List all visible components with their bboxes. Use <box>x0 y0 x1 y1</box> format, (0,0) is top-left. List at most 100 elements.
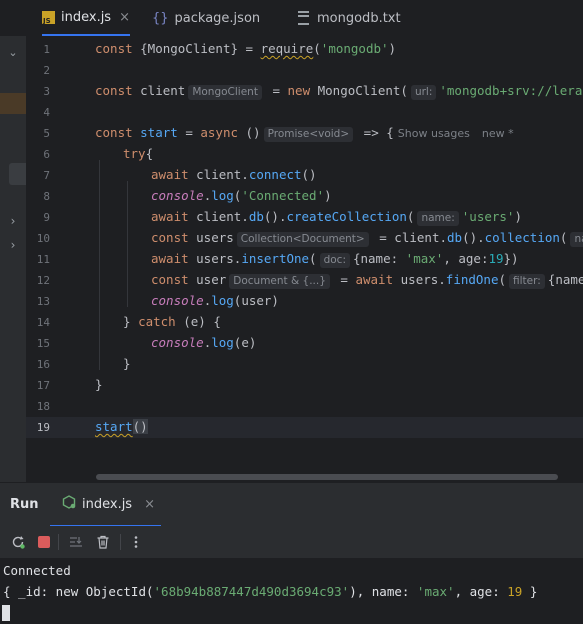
line-number: 17 <box>36 379 50 392</box>
tab-index-js[interactable]: JS index.js × <box>42 0 130 36</box>
code-line[interactable]: start() <box>95 419 148 434</box>
token: 'mongodb+srv://lera:12 <box>439 83 583 98</box>
tab-label: package.json <box>174 10 261 26</box>
console-line: Connected <box>3 563 71 578</box>
tab-label: mongodb.txt <box>317 10 401 26</box>
token: {name: <box>352 251 406 266</box>
type-hint: Document & {...} <box>229 274 330 289</box>
author-hint: new * <box>481 127 514 140</box>
param-hint: name <box>570 232 583 247</box>
token: (). <box>263 209 287 224</box>
run-tab-index-js[interactable]: index.js × <box>50 483 161 528</box>
more-icon[interactable] <box>128 534 144 550</box>
code-line[interactable]: const users Collection<Document> = client… <box>151 230 583 247</box>
token: log <box>211 188 234 203</box>
token: ( <box>313 41 321 56</box>
token: users. <box>196 251 242 266</box>
line-number: 16 <box>36 358 50 371</box>
close-icon[interactable]: × <box>119 10 130 25</box>
horizontal-scrollbar[interactable] <box>96 474 558 480</box>
chevron-right-icon[interactable]: › <box>0 238 26 252</box>
token: 19 <box>488 251 504 266</box>
token: await <box>151 167 197 182</box>
line-number: 11 <box>36 253 50 266</box>
token: {MongoClient} <box>140 41 238 56</box>
code-line[interactable]: console.log(user) <box>151 293 279 308</box>
show-usages-link[interactable]: Show usages <box>398 127 470 140</box>
code-line[interactable]: } <box>95 377 103 392</box>
selected-marker <box>9 163 26 185</box>
run-tab-label: index.js <box>82 496 133 512</box>
token: 'max' <box>416 584 455 599</box>
token: 'users' <box>461 209 515 224</box>
param-hint: filter: <box>509 274 545 289</box>
code-line[interactable]: try{ <box>123 146 153 161</box>
code-line[interactable]: await client.connect() <box>151 167 317 182</box>
token: { _id: new ObjectId( <box>3 584 154 599</box>
line-number-gutter: 1 2 3 4 5 6 7 8 9 10 11 12 13 14 15 16 1… <box>26 36 86 482</box>
editor-tab-bar: JS index.js × {} package.json mongodb.tx… <box>0 0 583 37</box>
code-line[interactable]: await users.insertOne(doc: {name: 'max', … <box>151 251 519 268</box>
line-number: 3 <box>43 85 50 98</box>
token: users. <box>400 272 446 287</box>
line-number: 13 <box>36 295 50 308</box>
code-line[interactable]: } catch (e) { <box>123 314 221 329</box>
token: (e) { <box>175 314 221 329</box>
code-line[interactable]: const {MongoClient} = require('mongodb') <box>95 41 396 56</box>
code-line[interactable]: await client.db().createCollection(name:… <box>151 209 522 226</box>
token: const <box>95 83 141 98</box>
code-line[interactable]: } <box>123 356 131 371</box>
line-number: 9 <box>43 211 50 224</box>
line-number: 7 <box>43 169 50 182</box>
token: '68b94b887447d490d3694c93' <box>153 584 350 599</box>
token: console <box>151 293 204 308</box>
param-hint: doc: <box>319 253 350 268</box>
clear-icon[interactable] <box>95 534 111 550</box>
run-toolbar <box>0 526 583 559</box>
token: await <box>151 251 197 266</box>
stop-icon[interactable] <box>36 534 52 550</box>
rerun-icon[interactable] <box>10 534 26 550</box>
token: ), name: <box>349 584 417 599</box>
token: MongoClient( <box>317 83 408 98</box>
chevron-down-icon[interactable]: ⌄ <box>0 46 26 59</box>
token: 19 <box>507 584 523 599</box>
code-line[interactable]: console.log(e) <box>151 335 256 350</box>
token: insertOne <box>241 251 310 266</box>
line-number-current: 19 <box>36 421 50 434</box>
type-hint: MongoClient <box>188 85 262 100</box>
token: { <box>145 146 154 161</box>
line-number: 12 <box>36 274 50 287</box>
code-line[interactable]: const client MongoClient = new MongoClien… <box>95 83 583 100</box>
console-output[interactable]: Connected { _id: new ObjectId('68b94b887… <box>0 559 583 624</box>
tab-package-json[interactable]: {} package.json <box>152 0 260 36</box>
code-line[interactable]: const user Document & {...} = await users… <box>151 272 583 289</box>
line-number: 5 <box>43 127 50 140</box>
token: , age: <box>443 251 489 266</box>
code-line[interactable]: const start = async () Promise<void> => {… <box>95 125 514 142</box>
token: client. <box>196 209 249 224</box>
token: = client. <box>371 230 447 245</box>
token: user <box>196 272 227 287</box>
chevron-right-icon[interactable]: › <box>0 214 26 228</box>
line-number: 1 <box>43 43 50 56</box>
token: const <box>151 230 197 245</box>
code-line[interactable]: console.log('Connected') <box>151 188 332 203</box>
token: async <box>200 125 246 140</box>
left-tool-strip: ⌄ › › <box>0 36 26 482</box>
token: db <box>248 209 264 224</box>
run-panel-header: Run index.js × <box>0 482 583 528</box>
tab-label: index.js <box>61 9 112 25</box>
tab-mongodb-txt[interactable]: mongodb.txt <box>298 0 401 36</box>
indent-guide <box>127 181 128 307</box>
token: start <box>140 125 178 140</box>
toolbar-separator <box>120 534 121 550</box>
token: = <box>264 83 288 98</box>
close-icon[interactable]: × <box>144 497 155 512</box>
token: connect <box>248 167 302 182</box>
token: console <box>151 335 204 350</box>
token: client <box>140 83 186 98</box>
scroll-to-end-icon[interactable] <box>68 534 84 550</box>
code-editor[interactable]: 1 2 3 4 5 6 7 8 9 10 11 12 13 14 15 16 1… <box>26 36 583 482</box>
console-cursor <box>2 605 10 621</box>
